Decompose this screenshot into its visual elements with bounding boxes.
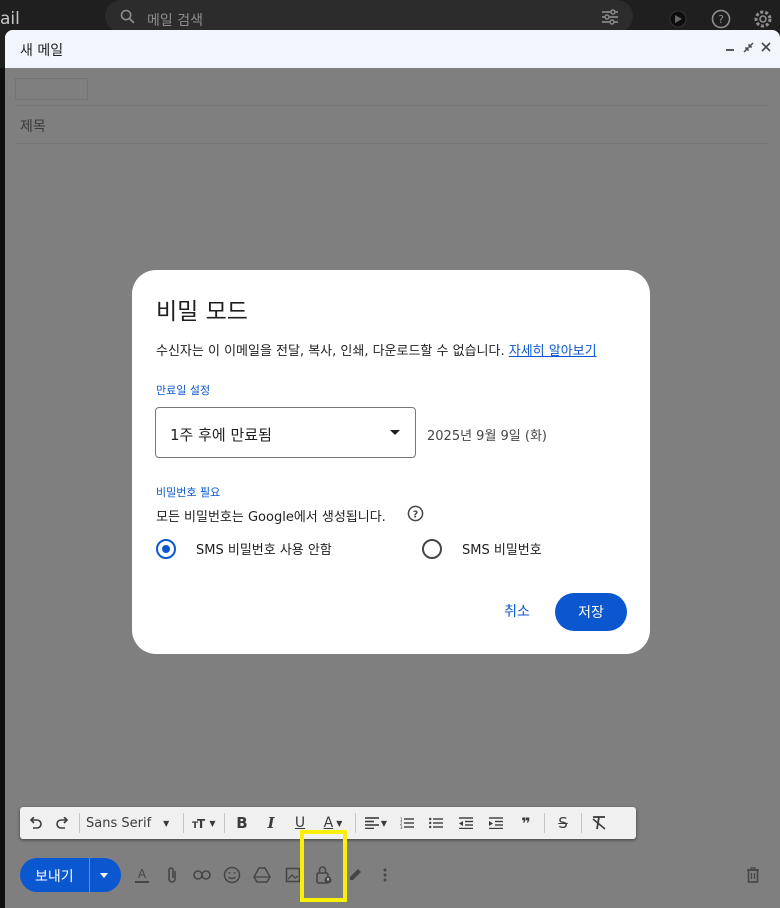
compose-header: 새 메일 bbox=[5, 30, 780, 68]
status-icon[interactable] bbox=[667, 8, 689, 30]
radio-no-sms-label: SMS 비밀번호 사용 안함 bbox=[196, 543, 332, 558]
expiry-select[interactable]: 1주 후에 만료됨 bbox=[155, 407, 416, 458]
font-size-icon[interactable]: T T ▼ bbox=[187, 807, 221, 839]
toolbar-divider bbox=[581, 813, 582, 833]
indent-less-icon[interactable] bbox=[451, 807, 481, 839]
window-controls bbox=[724, 40, 772, 54]
cancel-button[interactable]: 취소 bbox=[490, 593, 544, 629]
chevron-down-icon: ▼ bbox=[163, 818, 170, 828]
numbered-list-icon[interactable]: 123 bbox=[393, 807, 421, 839]
password-description: 모든 비밀번호는 Google에서 생성됩니다. bbox=[156, 510, 386, 525]
expiry-date: 2025년 9월 9일 (화) bbox=[427, 429, 548, 444]
quote-icon[interactable]: ❞ bbox=[511, 807, 541, 839]
svg-text:T: T bbox=[197, 817, 206, 829]
font-family-select[interactable]: Sans Serif ▼ bbox=[83, 807, 180, 839]
close-icon[interactable] bbox=[760, 40, 772, 54]
save-button[interactable]: 저장 bbox=[555, 593, 627, 631]
settings-icon[interactable] bbox=[752, 8, 774, 30]
expiry-value: 1주 후에 만료됨 bbox=[170, 426, 272, 444]
compose-title: 새 메일 bbox=[20, 43, 64, 59]
insert-link-icon[interactable] bbox=[192, 865, 212, 885]
search-icon bbox=[120, 9, 135, 24]
google-drive-icon[interactable] bbox=[252, 865, 272, 885]
radio-sms[interactable] bbox=[422, 539, 442, 559]
dialog-description: 수신자는 이 이메일을 전달, 복사, 인쇄, 다운로드할 수 없습니다. 자세… bbox=[156, 340, 597, 359]
search-bar[interactable]: 메일 검색 bbox=[105, 0, 633, 32]
svg-text:3: 3 bbox=[400, 825, 403, 829]
dialog-title: 비밀 모드 bbox=[156, 299, 248, 325]
learn-more-link[interactable]: 자세히 알아보기 bbox=[509, 344, 597, 359]
signature-icon[interactable] bbox=[345, 865, 365, 885]
send-label: 보내기 bbox=[35, 869, 74, 885]
remove-formatting-icon[interactable] bbox=[585, 807, 613, 839]
description-text: 수신자는 이 이메일을 전달, 복사, 인쇄, 다운로드할 수 없습니다. bbox=[156, 344, 505, 359]
highlight-box bbox=[300, 830, 347, 902]
strikethrough-icon[interactable]: S bbox=[548, 807, 578, 839]
svg-text:A: A bbox=[138, 867, 147, 881]
fullscreen-icon[interactable] bbox=[742, 40, 754, 54]
search-placeholder: 메일 검색 bbox=[147, 13, 203, 29]
redo-icon[interactable] bbox=[50, 807, 76, 839]
send-button[interactable]: 보내기 bbox=[20, 858, 121, 892]
attach-file-icon[interactable] bbox=[162, 865, 182, 885]
chevron-down-icon bbox=[390, 430, 400, 435]
confidential-mode-dialog: 비밀 모드 수신자는 이 이메일을 전달, 복사, 인쇄, 다운로드할 수 없습… bbox=[132, 270, 650, 654]
svg-text:?: ? bbox=[718, 13, 724, 26]
toolbar-divider bbox=[544, 813, 545, 833]
bold-icon[interactable]: B bbox=[228, 807, 256, 839]
gmail-top-bar: ail 메일 검색 ? bbox=[0, 0, 780, 32]
toolbar-divider bbox=[355, 813, 356, 833]
help-icon[interactable]: ? bbox=[710, 8, 732, 30]
emoji-icon[interactable] bbox=[222, 865, 242, 885]
expiry-label: 만료일 설정 bbox=[156, 384, 211, 397]
indent-more-icon[interactable] bbox=[481, 807, 511, 839]
radio-sms-label: SMS 비밀번호 bbox=[462, 543, 542, 558]
undo-icon[interactable] bbox=[20, 807, 50, 839]
send-options-icon[interactable] bbox=[100, 873, 108, 878]
send-divider bbox=[89, 858, 90, 892]
brand-fragment: ail bbox=[0, 9, 20, 29]
formatting-options-icon[interactable]: A bbox=[132, 865, 152, 885]
bulleted-list-icon[interactable] bbox=[421, 807, 451, 839]
italic-icon[interactable]: I bbox=[256, 807, 286, 839]
more-options-icon[interactable] bbox=[375, 865, 395, 885]
svg-text:?: ? bbox=[413, 509, 418, 520]
align-icon[interactable]: ▼ bbox=[359, 807, 393, 839]
password-label: 비밀번호 필요 bbox=[156, 486, 221, 499]
minimize-icon[interactable] bbox=[724, 40, 736, 54]
discard-draft-icon[interactable] bbox=[743, 865, 763, 885]
font-family-label: Sans Serif bbox=[86, 815, 152, 831]
toolbar-divider bbox=[183, 813, 184, 833]
radio-no-sms[interactable] bbox=[156, 539, 176, 559]
search-options-icon[interactable] bbox=[601, 9, 619, 25]
toolbar-divider bbox=[224, 813, 225, 833]
toolbar-divider bbox=[79, 813, 80, 833]
help-icon[interactable]: ? bbox=[407, 505, 424, 522]
